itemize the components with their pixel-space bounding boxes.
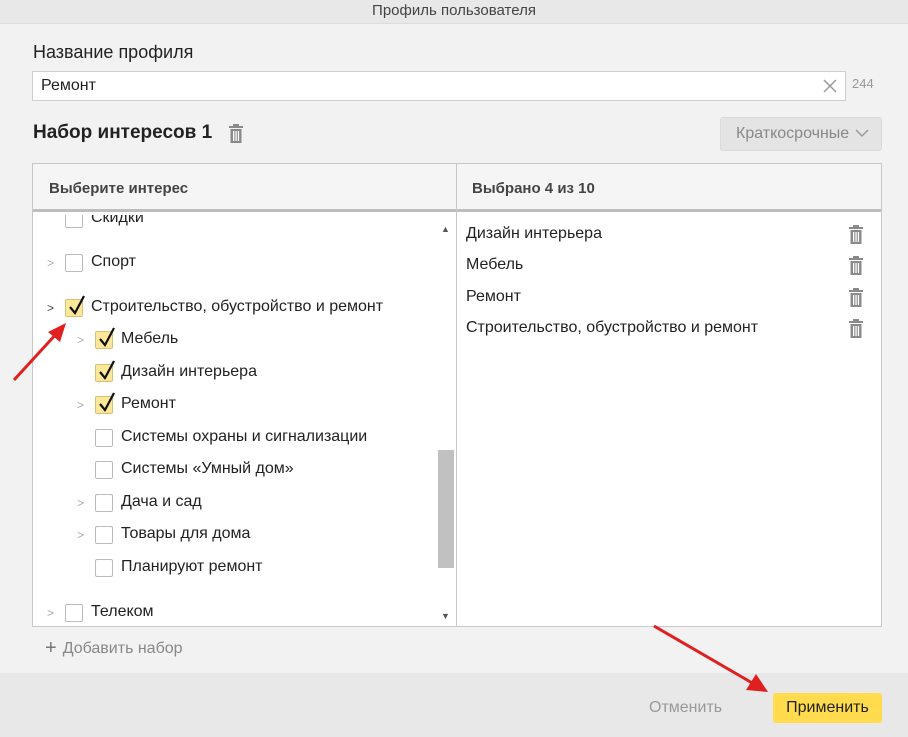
expand-arrow-icon[interactable]: > xyxy=(77,333,84,347)
tree-item-label: Телеком xyxy=(91,603,154,620)
tree-item-label: Системы «Умный дом» xyxy=(121,460,294,477)
checkbox-checked[interactable] xyxy=(95,327,115,349)
trash-icon[interactable] xyxy=(848,256,864,276)
tree-item[interactable]: Системы охраны и сигнализации xyxy=(33,427,433,451)
trash-icon[interactable] xyxy=(848,288,864,308)
tree-item-label: Планируют ремонт xyxy=(121,558,263,575)
tree-item[interactable]: > Ремонт xyxy=(33,392,433,418)
scroll-down-icon[interactable]: ▼ xyxy=(441,611,450,621)
plus-icon: + xyxy=(45,637,57,659)
tree-item-label: Мебель xyxy=(121,330,179,347)
expand-arrow-icon[interactable]: > xyxy=(77,496,84,510)
chevron-down-icon xyxy=(855,129,869,138)
tree-item-label: Спорт xyxy=(91,253,136,270)
tree-item[interactable]: > Телеком xyxy=(33,602,433,626)
tree-item[interactable]: > Мебель xyxy=(33,327,433,353)
checkbox[interactable] xyxy=(65,604,83,622)
panel-header: Выберите интерес Выбрано 4 из 10 xyxy=(33,164,881,212)
checkbox[interactable] xyxy=(65,254,83,272)
selected-item-label: Мебель xyxy=(466,256,524,273)
tree-item[interactable]: Скидки xyxy=(33,215,433,232)
tree-item-label: Дизайн интерьера xyxy=(121,363,257,380)
tree-item[interactable]: Дизайн интерьера xyxy=(33,360,433,386)
apply-button[interactable]: Применить xyxy=(773,693,882,723)
tree-item[interactable]: > Спорт xyxy=(33,252,433,276)
checkbox[interactable] xyxy=(95,429,113,447)
checkbox[interactable] xyxy=(65,215,83,228)
tree-item-label: Строительство, обустройство и ремонт xyxy=(91,298,384,315)
tree-item-label: Дача и сад xyxy=(121,493,202,510)
profile-dialog-body: Название профиля 244 Набор интересов 1 К… xyxy=(0,24,908,673)
checkbox[interactable] xyxy=(95,494,113,512)
checkmark-icon xyxy=(99,327,115,347)
checkbox-checked[interactable] xyxy=(95,392,115,414)
profile-name-input[interactable] xyxy=(32,71,846,101)
panel-divider xyxy=(456,164,457,626)
period-label: Краткосрочные xyxy=(736,125,850,142)
tree-item[interactable]: > Товары для дома xyxy=(33,524,433,548)
checkbox-checked[interactable] xyxy=(65,295,85,317)
add-set-button[interactable]: + Добавить набор xyxy=(45,636,183,659)
tree-item[interactable]: > Строительство, обустройство и ремонт xyxy=(33,295,433,321)
cancel-button[interactable]: Отменить xyxy=(649,699,722,717)
checkmark-icon xyxy=(99,392,115,412)
tree-item-label: Ремонт xyxy=(121,395,176,412)
selected-item-label: Ремонт xyxy=(466,288,521,305)
expand-arrow-icon[interactable]: > xyxy=(47,256,54,270)
checkmark-icon xyxy=(99,360,115,380)
checkbox-checked[interactable] xyxy=(95,360,115,382)
trash-icon[interactable] xyxy=(848,225,864,245)
checkbox[interactable] xyxy=(95,526,113,544)
selected-count-header: Выбрано 4 из 10 xyxy=(472,180,595,197)
tree-item-label: Системы охраны и сигнализации xyxy=(121,428,368,445)
interest-tree: Скидки > Спорт > Строительство, обустрой… xyxy=(33,215,456,626)
annotation-arrow-icon xyxy=(653,624,768,692)
trash-icon[interactable] xyxy=(848,319,864,339)
expand-arrow-icon[interactable]: > xyxy=(77,398,84,412)
char-counter: 244 xyxy=(852,76,874,91)
scroll-up-icon[interactable]: ▲ xyxy=(441,224,450,234)
add-set-label: Добавить набор xyxy=(62,640,183,657)
expand-arrow-icon[interactable]: > xyxy=(77,528,84,542)
interest-set-title: Набор интересов 1 xyxy=(33,122,213,143)
checkbox[interactable] xyxy=(95,461,113,479)
trash-icon[interactable] xyxy=(228,124,244,144)
close-icon[interactable] xyxy=(820,76,840,96)
selected-item-label: Строительство, обустройство и ремонт xyxy=(466,319,759,336)
choose-interest-header: Выберите интерес xyxy=(49,180,189,197)
selected-item-label: Дизайн интерьера xyxy=(466,225,602,242)
checkbox[interactable] xyxy=(95,559,113,577)
expand-arrow-icon[interactable]: > xyxy=(47,606,54,620)
expand-arrow-icon[interactable]: > xyxy=(47,301,54,315)
interest-panel: Выберите интерес Выбрано 4 из 10 Скидки … xyxy=(32,163,882,627)
checkmark-icon xyxy=(69,295,85,315)
period-dropdown[interactable]: Краткосрочные xyxy=(720,117,882,151)
annotation-arrow-icon xyxy=(12,323,66,382)
tree-item[interactable]: Системы «Умный дом» xyxy=(33,459,433,483)
tree-item[interactable]: Планируют ремонт xyxy=(33,557,433,581)
tree-item-label: Товары для дома xyxy=(121,525,251,542)
tree-item[interactable]: > Дача и сад xyxy=(33,492,433,516)
window-title: Профиль пользователя xyxy=(0,0,908,24)
scrollbar-thumb[interactable] xyxy=(438,450,454,568)
profile-name-label: Название профиля xyxy=(33,42,194,62)
tree-item-label: Скидки xyxy=(91,215,144,226)
